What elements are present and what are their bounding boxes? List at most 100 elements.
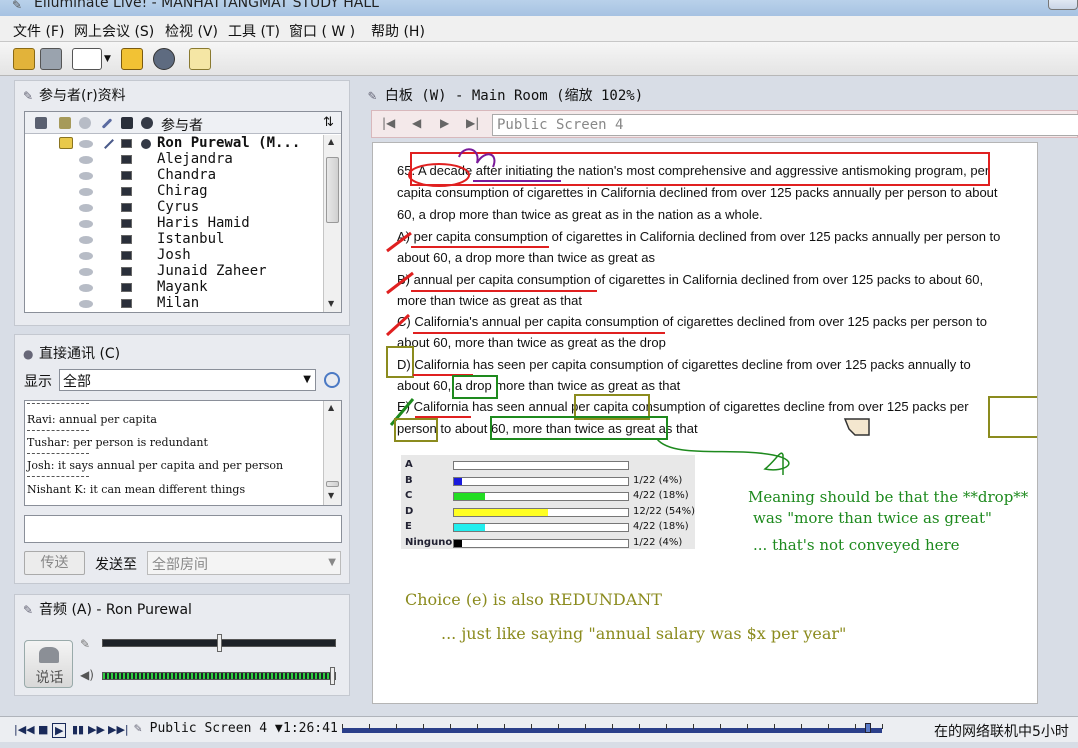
timeline-tick bbox=[882, 724, 883, 729]
scroll-down-icon[interactable]: ▼ bbox=[328, 491, 334, 500]
window-minimize-button[interactable] bbox=[1048, 0, 1078, 10]
menu-view[interactable]: 检视 (V) bbox=[165, 21, 218, 41]
layout-icon[interactable] bbox=[72, 48, 102, 70]
participant-name: Junaid Zaheer bbox=[157, 263, 267, 279]
menu-window[interactable]: 窗口 ( W ) bbox=[289, 21, 355, 41]
participants-scrollbar[interactable]: ▲ ▼ bbox=[323, 135, 341, 312]
pause-icon[interactable]: ▮▮ bbox=[72, 723, 84, 736]
playback-position-marker[interactable] bbox=[864, 723, 871, 733]
screen-name-field[interactable]: Public Screen 4 bbox=[492, 114, 1078, 136]
participant-row[interactable]: Junaid Zaheer bbox=[25, 263, 325, 280]
participants-panel-icon: ✎ bbox=[23, 89, 34, 103]
hand-icon[interactable] bbox=[35, 117, 47, 129]
menu-tools[interactable]: 工具 (T) bbox=[228, 21, 280, 41]
pen-icon: ✎ bbox=[134, 721, 150, 736]
speaker-volume-slider[interactable] bbox=[102, 667, 336, 685]
mic-status-icon bbox=[79, 156, 93, 164]
timeline-tick bbox=[855, 724, 856, 729]
poll-option-label: Ninguno bbox=[405, 536, 453, 548]
playback-timeline[interactable] bbox=[342, 723, 883, 733]
folder-icon[interactable] bbox=[121, 48, 143, 70]
layout-dropdown-icon[interactable]: ▼ bbox=[104, 54, 114, 76]
screen-icon bbox=[121, 171, 132, 180]
notes-icon[interactable] bbox=[189, 48, 211, 70]
poll-row: D 12/22 (54%) bbox=[401, 506, 695, 521]
participants-header: 参与者 ⇅ bbox=[25, 112, 341, 134]
menu-file[interactable]: 文件 (F) bbox=[13, 21, 64, 41]
participant-row[interactable]: Haris Hamid bbox=[25, 215, 325, 232]
poll-row: A bbox=[401, 459, 695, 474]
chat-input[interactable] bbox=[24, 515, 342, 543]
scroll-up-icon[interactable]: ▲ bbox=[328, 403, 334, 412]
poll-row: Ninguno 1/22 (4%) bbox=[401, 537, 695, 552]
participant-row[interactable]: Istanbul bbox=[25, 231, 325, 248]
pen-icon[interactable] bbox=[101, 118, 113, 129]
participants-scroll-thumb[interactable] bbox=[326, 157, 339, 223]
first-screen-icon[interactable]: |◀ bbox=[382, 116, 395, 130]
microphone-volume-slider[interactable] bbox=[102, 634, 336, 652]
send-button[interactable]: 传送 bbox=[24, 551, 85, 575]
chevron-down-icon[interactable]: ▼ bbox=[328, 557, 336, 568]
play-icon[interactable]: ▶ bbox=[52, 723, 67, 738]
note-green-2: was "more than twice as great" bbox=[753, 509, 992, 527]
moderator-icon[interactable] bbox=[59, 117, 71, 129]
menu-session[interactable]: 网上会议 (S) bbox=[74, 21, 154, 41]
question-line: about 60, a drop more than twice as grea… bbox=[397, 250, 655, 265]
participant-row[interactable]: Chirag bbox=[25, 183, 325, 200]
whiteboard-canvas[interactable]: 65. A decade after initiating the nation… bbox=[372, 142, 1038, 704]
skip-forward-icon[interactable]: ▶▶| bbox=[108, 723, 129, 736]
last-screen-icon[interactable]: ▶| bbox=[466, 116, 479, 130]
chat-display-value: 全部 bbox=[63, 374, 91, 390]
statusbar-screen-name[interactable]: Public Screen 4 bbox=[150, 721, 267, 736]
stop-icon[interactable]: ■ bbox=[38, 723, 48, 736]
webcam-icon[interactable] bbox=[153, 48, 175, 70]
question-line: A) per capita consumption of cigarettes … bbox=[397, 229, 1001, 244]
scroll-up-icon[interactable]: ▲ bbox=[328, 137, 334, 146]
participant-row[interactable]: Milan bbox=[25, 295, 325, 312]
sort-icon[interactable]: ⇅ bbox=[323, 115, 334, 130]
talk-button[interactable]: 说话 bbox=[24, 640, 73, 688]
person-icon[interactable] bbox=[141, 117, 153, 129]
timeline-tick bbox=[477, 724, 478, 729]
speaker-volume-thumb[interactable] bbox=[330, 667, 335, 685]
participants-column-header[interactable]: 参与者 bbox=[161, 115, 203, 135]
print-icon[interactable] bbox=[40, 48, 62, 70]
chat-display-select[interactable]: 全部 ▼ bbox=[59, 369, 316, 391]
sendto-select[interactable]: 全部房间 ▼ bbox=[147, 551, 341, 575]
note-green-3: ... that's not conveyed here bbox=[753, 536, 960, 554]
participant-name: Cyrus bbox=[157, 199, 200, 215]
screen-icon bbox=[121, 203, 132, 212]
menu-help[interactable]: 帮助 (H) bbox=[371, 21, 425, 41]
connection-status: 在的网络联机中5小时 bbox=[934, 724, 1069, 740]
scroll-down-icon[interactable]: ▼ bbox=[328, 299, 334, 308]
participant-name: Chandra bbox=[157, 167, 217, 183]
fast-forward-icon[interactable]: ▶▶ bbox=[88, 723, 105, 736]
poll-value: 4/22 (18%) bbox=[633, 490, 689, 501]
save-icon[interactable] bbox=[13, 48, 35, 70]
participant-name: Chirag bbox=[157, 183, 208, 199]
clock-icon[interactable] bbox=[324, 372, 340, 388]
screen-icon[interactable] bbox=[121, 117, 133, 129]
participant-row[interactable]: Mayank bbox=[25, 279, 325, 296]
microphone-volume-thumb[interactable] bbox=[217, 634, 222, 652]
sendto-label: 发送至 bbox=[95, 557, 137, 573]
mic-status-icon bbox=[79, 268, 93, 276]
chevron-down-icon[interactable]: ▼ bbox=[303, 374, 311, 385]
screen-icon bbox=[121, 219, 132, 228]
participant-row[interactable]: Chandra bbox=[25, 167, 325, 184]
participant-row[interactable]: Josh bbox=[25, 247, 325, 264]
previous-screen-icon[interactable]: ◀ bbox=[412, 116, 421, 130]
speaker-level bbox=[103, 673, 329, 679]
skip-back-icon[interactable]: |◀◀ bbox=[14, 723, 35, 736]
chat-scroll-thumb[interactable] bbox=[326, 481, 339, 487]
poll-value: 1/22 (4%) bbox=[633, 474, 683, 486]
next-screen-icon[interactable]: ▶ bbox=[440, 116, 449, 130]
participant-row[interactable]: Ron Purewal (M... bbox=[25, 135, 325, 152]
participant-row[interactable]: Cyrus bbox=[25, 199, 325, 216]
poll-option-label: C bbox=[405, 490, 413, 501]
mic-status-icon bbox=[79, 284, 93, 292]
mic-status-icon[interactable] bbox=[79, 117, 91, 129]
poll-bar bbox=[453, 507, 629, 517]
chat-scrollbar[interactable]: ▲ ▼ bbox=[323, 401, 341, 505]
participant-row[interactable]: Alejandra bbox=[25, 151, 325, 168]
